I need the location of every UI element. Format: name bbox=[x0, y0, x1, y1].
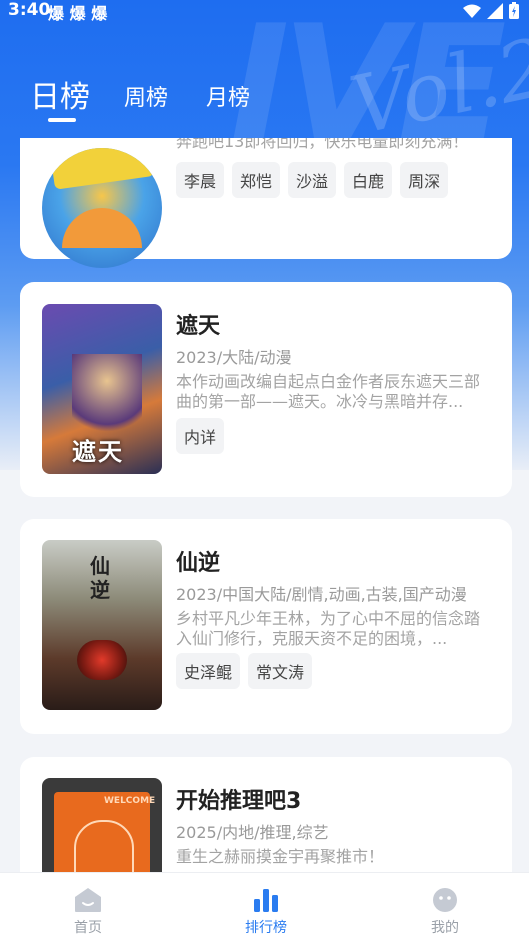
show-meta: 2023/中国大陆/剧情,动画,古装,国产动漫 bbox=[176, 585, 467, 604]
notification-icon: 爆 bbox=[48, 4, 65, 23]
show-poster bbox=[42, 148, 162, 268]
nav-ranking[interactable]: 排行榜 bbox=[226, 887, 306, 937]
cast-chips: 内详 bbox=[176, 418, 225, 454]
show-title[interactable]: 仙逆 bbox=[176, 545, 220, 577]
cast-chip[interactable]: 周深 bbox=[400, 162, 449, 198]
cast-chips: 李晨 郑恺 沙溢 白鹿 周深 bbox=[176, 162, 449, 198]
show-title[interactable]: 遮天 bbox=[176, 308, 220, 340]
cast-chip[interactable]: 内详 bbox=[176, 418, 225, 454]
ranking-card[interactable]: 遮天 遮天 2023/大陆/动漫 本作动画改编自起点白金作者辰东遮天三部曲的第一… bbox=[20, 282, 512, 497]
tab-monthly[interactable]: 月榜 bbox=[206, 80, 250, 112]
active-tab-indicator bbox=[48, 118, 76, 122]
cast-chip[interactable]: 常文涛 bbox=[248, 653, 313, 689]
show-poster: 遮天 bbox=[42, 304, 162, 474]
chart-icon bbox=[254, 889, 278, 912]
ranking-card[interactable]: 仙逆 仙逆 2023/中国大陆/剧情,动画,古装,国产动漫 乡村平凡少年王林，为… bbox=[20, 519, 512, 734]
show-description: 乡村平凡少年王林，为了心中不屈的信念踏入仙门修行，克服天资不足的困境，... bbox=[176, 609, 481, 648]
wifi-icon bbox=[463, 4, 481, 18]
notification-icons: 爆 爆 爆 bbox=[48, 0, 107, 24]
notification-icon: 爆 bbox=[69, 4, 86, 23]
show-meta: 2025/内地/推理,综艺 bbox=[176, 823, 329, 842]
show-title[interactable]: 开始推理吧3 bbox=[176, 783, 301, 815]
nav-home[interactable]: 首页 bbox=[48, 887, 128, 937]
battery-icon bbox=[509, 2, 519, 19]
signal-icon bbox=[487, 2, 503, 19]
nav-home-label: 首页 bbox=[74, 920, 102, 936]
show-description: 本作动画改编自起点白金作者辰东遮天三部曲的第一部——遮天。冰冷与黑暗并存... bbox=[176, 372, 481, 411]
cast-chip[interactable]: 白鹿 bbox=[344, 162, 393, 198]
show-poster: WELCOME bbox=[42, 778, 162, 872]
ranking-card[interactable]: WELCOME 开始推理吧3 2025/内地/推理,综艺 重生之赫丽摸金宇再聚推… bbox=[20, 757, 512, 872]
profile-icon bbox=[433, 888, 457, 912]
bottom-navigation: 首页 排行榜 我的 bbox=[0, 872, 529, 943]
cast-chip[interactable]: 史泽鲲 bbox=[176, 653, 241, 689]
tab-weekly[interactable]: 周榜 bbox=[124, 80, 168, 112]
poster-title: 仙逆 bbox=[90, 554, 110, 602]
show-description: 重生之赫丽摸金宇再聚推市！ bbox=[176, 847, 385, 866]
show-poster: 仙逆 bbox=[42, 540, 162, 710]
status-bar: 3:40 爆 爆 爆 bbox=[0, 0, 529, 24]
poster-title: WELCOME bbox=[104, 796, 156, 806]
home-icon bbox=[75, 888, 101, 912]
cast-chip[interactable]: 李晨 bbox=[176, 162, 225, 198]
nav-ranking-label: 排行榜 bbox=[245, 920, 287, 936]
ranking-list[interactable]: 奔跑吧13即将回归，快乐电量即刻充满！ 李晨 郑恺 沙溢 白鹿 周深 遮天 遮天… bbox=[0, 138, 529, 872]
tab-daily[interactable]: 日榜 bbox=[30, 72, 90, 116]
ranking-card[interactable]: 奔跑吧13即将回归，快乐电量即刻充满！ 李晨 郑恺 沙溢 白鹿 周深 bbox=[20, 138, 512, 268]
nav-profile-label: 我的 bbox=[431, 920, 459, 936]
status-time: 3:40 bbox=[8, 0, 51, 20]
cast-chip[interactable]: 沙溢 bbox=[288, 162, 337, 198]
show-description: 奔跑吧13即将回归，快乐电量即刻充满！ bbox=[176, 138, 469, 151]
show-meta: 2023/大陆/动漫 bbox=[176, 348, 292, 367]
poster-title: 遮天 bbox=[72, 437, 124, 466]
cast-chip[interactable]: 郑恺 bbox=[232, 162, 281, 198]
cast-chips: 史泽鲲 常文涛 bbox=[176, 653, 313, 689]
nav-profile[interactable]: 我的 bbox=[405, 887, 485, 937]
notification-icon: 爆 bbox=[91, 4, 108, 23]
